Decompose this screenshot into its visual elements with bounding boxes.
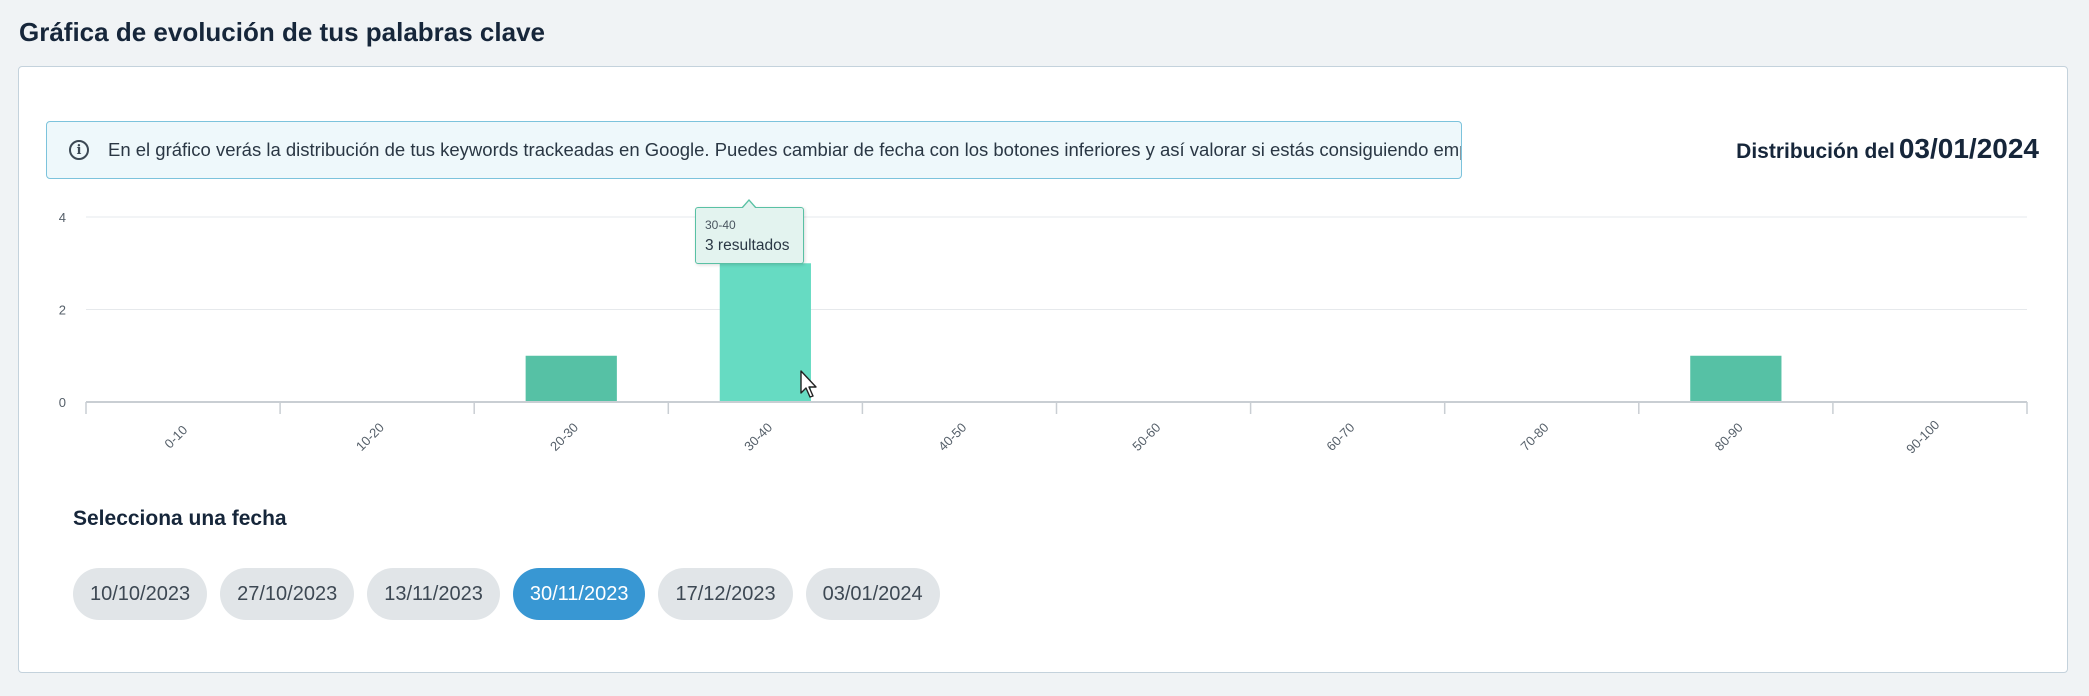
mouse-cursor-icon — [800, 370, 817, 398]
x-axis — [85, 401, 2028, 414]
x-tick-label: 40-50 — [935, 420, 969, 454]
bars — [525, 263, 1782, 402]
y-tick-label: 2 — [59, 303, 66, 318]
bar-tooltip: 30-40 3 resultados — [695, 199, 804, 264]
bar-80-90[interactable] — [1690, 355, 1782, 402]
x-tick-label: 50-60 — [1129, 420, 1163, 454]
x-tick-label: 60-70 — [1323, 420, 1357, 454]
x-tick-label: 20-30 — [547, 420, 581, 454]
date-button-17-12-2023[interactable]: 17/12/2023 — [658, 568, 793, 620]
x-tick-label: 0-10 — [161, 422, 190, 451]
date-button-13-11-2023[interactable]: 13/11/2023 — [367, 568, 500, 620]
bar-20-30[interactable] — [525, 355, 617, 402]
date-button-30-11-2023[interactable]: 30/11/2023 — [512, 568, 646, 620]
date-selector: 10/10/2023 27/10/2023 13/11/2023 30/11/2023… — [73, 568, 940, 620]
y-axis-labels: 0 2 4 — [59, 210, 66, 410]
date-button-27-10-2023[interactable]: 27/10/2023 — [220, 568, 355, 620]
tooltip-category: 30-40 — [705, 218, 736, 232]
x-tick-label: 70-80 — [1518, 420, 1552, 454]
x-tick-label: 10-20 — [353, 420, 387, 454]
y-tick-label: 0 — [59, 395, 66, 410]
x-tick-label: 80-90 — [1712, 420, 1746, 454]
x-tick-label: 90-100 — [1903, 417, 1942, 456]
tooltip-value: 3 resultados — [705, 237, 790, 254]
y-tick-label: 4 — [59, 210, 66, 225]
x-axis-labels: 0-10 10-20 20-30 30-40 40-50 50-60 60-70 70-80 8… — [161, 417, 1942, 456]
grid-lines — [86, 216, 2027, 310]
date-button-10-10-2023[interactable]: 10/10/2023 — [73, 568, 208, 620]
x-tick-label: 30-40 — [741, 420, 775, 454]
date-selector-label: Selecciona una fecha — [73, 507, 287, 530]
bar-30-40[interactable] — [719, 263, 811, 402]
distribution-bar-chart: 0 2 4 0-10 10-20 20-30 30-40 40-50 50-60 60-70 70… — [59, 210, 2028, 456]
date-button-03-01-2024[interactable]: 03/01/2024 — [805, 568, 940, 620]
